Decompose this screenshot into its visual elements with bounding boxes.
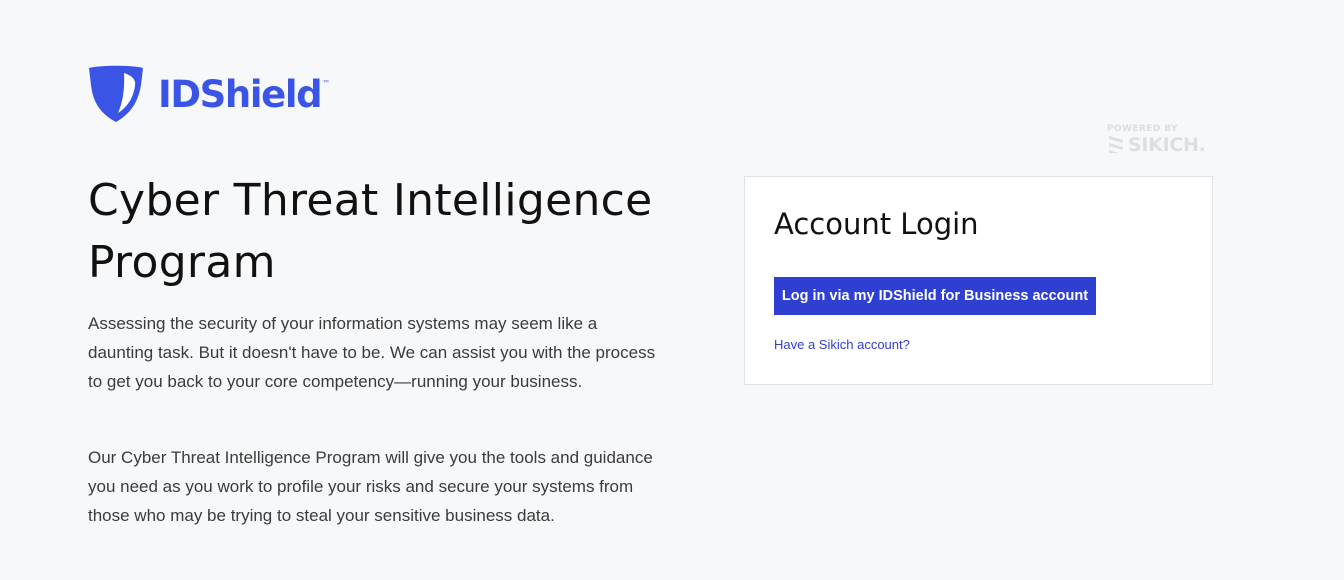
powered-by-brand-row: SIKICH.: [1107, 135, 1217, 155]
login-card: Account Login Log in via my IDShield for…: [744, 176, 1213, 385]
idshield-logo[interactable]: IDShield™: [88, 64, 330, 123]
login-title: Account Login: [774, 207, 979, 241]
sikich-account-link[interactable]: Have a Sikich account?: [774, 337, 910, 352]
powered-by-brand: SIKICH.: [1128, 133, 1206, 156]
shield-icon: [89, 65, 143, 122]
intro-paragraph: Assessing the security of your informati…: [88, 314, 656, 391]
trademark-symbol: ™: [322, 79, 331, 88]
powered-by-badge: POWERED BY SIKICH.: [1107, 124, 1217, 155]
page-title: Cyber Threat Intelligence Program: [88, 175, 653, 288]
logo-wordmark: IDShield™: [158, 76, 330, 113]
logo-name: IDShield: [158, 73, 323, 116]
program-description-paragraph: Our Cyber Threat Intelligence Program wi…: [88, 448, 653, 525]
idshield-business-login-button[interactable]: Log in via my IDShield for Business acco…: [774, 277, 1096, 315]
sikich-logo-icon: [1109, 136, 1123, 153]
powered-by-label: POWERED BY: [1107, 124, 1178, 134]
